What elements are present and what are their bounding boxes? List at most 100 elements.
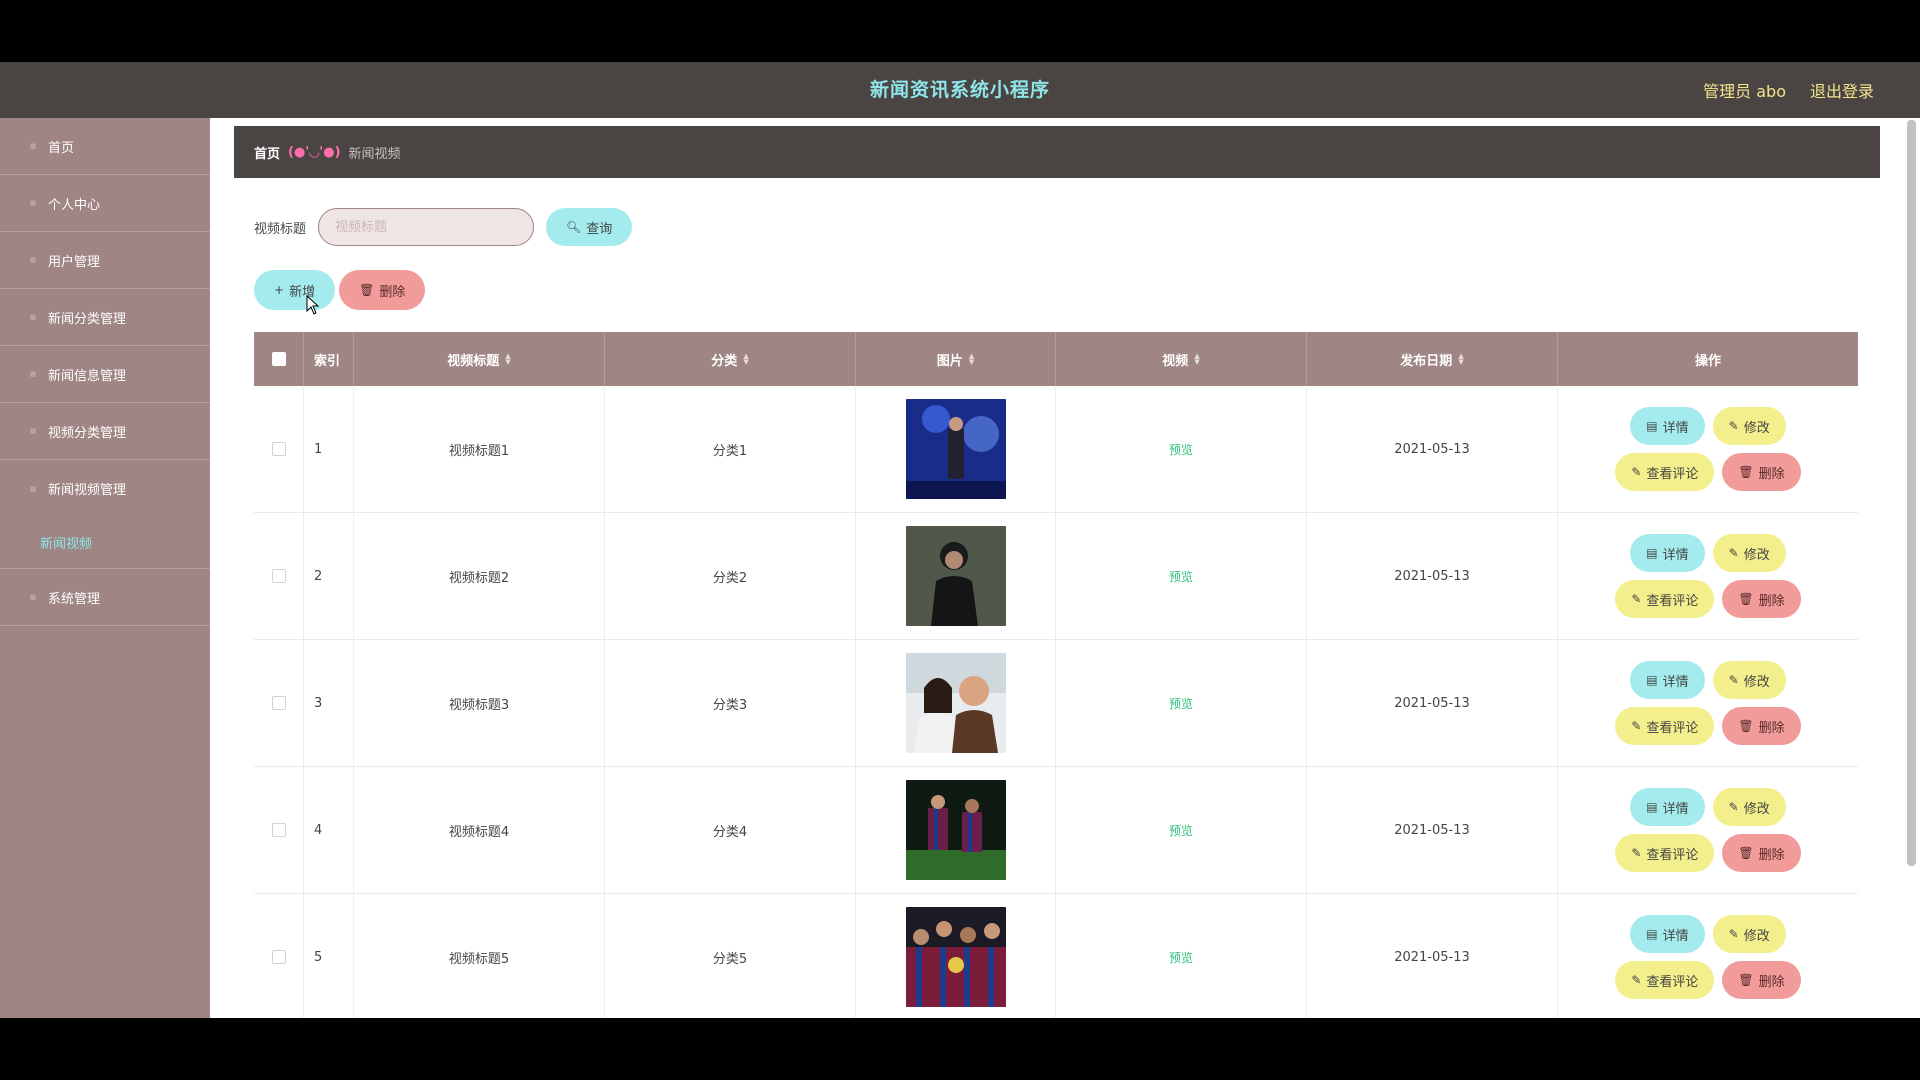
logout-link[interactable]: 退出登录 [1810, 78, 1874, 102]
row-title: 视频标题4 [354, 767, 605, 893]
select-all-checkbox[interactable] [271, 352, 286, 366]
row-ops: ▤ 详情 ✎ 修改 ✎ 查看评论 🗑︎ 删除 [1558, 513, 1858, 639]
detail-button[interactable]: ▤ 详情 [1630, 788, 1705, 826]
row-checkbox[interactable] [271, 823, 286, 837]
header-video[interactable]: 视频 ▲ ▼ [1056, 332, 1307, 386]
trash-icon: 🗑︎ [1738, 719, 1754, 733]
trash-icon: 🗑︎ [1738, 465, 1754, 479]
delete-button[interactable]: 🗑︎ 删除 [1722, 961, 1801, 999]
sidebar-item-label: 系统管理 [48, 591, 101, 607]
row-ops: ▤ 详情 ✎ 修改 ✎ 查看评论 🗑︎ 删除 [1558, 767, 1858, 893]
row-index: 5 [304, 894, 354, 1018]
video-preview-link[interactable]: 预览 [1169, 822, 1193, 839]
user-icon: ▪ [29, 196, 37, 209]
breadcrumb-home[interactable]: 首页 [254, 143, 280, 162]
sidebar-item-label: 新闻分类管理 [48, 311, 127, 327]
search-button[interactable]: 🔍︎ 查询 [546, 208, 633, 246]
header-category[interactable]: 分类 ▲ ▼ [605, 332, 856, 386]
edit-button[interactable]: ✎ 修改 [1712, 407, 1786, 445]
batch-delete-button[interactable]: 🗑︎ 删除 [339, 270, 426, 310]
search-button-label: 查询 [586, 221, 613, 237]
sidebar-item-label: 用户管理 [48, 254, 101, 270]
delete-button[interactable]: 🗑︎ 删除 [1722, 453, 1801, 491]
row-title: 视频标题5 [354, 894, 605, 1018]
folder-icon: ▪ [29, 424, 37, 437]
header-date[interactable]: 发布日期 ▲ ▼ [1307, 332, 1558, 386]
video-preview-link[interactable]: 预览 [1169, 949, 1193, 966]
delete-button[interactable]: 🗑︎ 删除 [1722, 834, 1801, 872]
sidebar-item-news-video[interactable]: ▪ 新闻视频管理 [0, 460, 210, 517]
sidebar-item-video-category[interactable]: ▪ 视频分类管理 [0, 403, 210, 460]
detail-button[interactable]: ▤ 详情 [1630, 407, 1705, 445]
detail-button[interactable]: ▤ 详情 [1630, 661, 1705, 699]
row-date: 2021-05-13 [1307, 894, 1558, 1018]
pencil-icon: ✎ [1728, 927, 1739, 941]
sidebar-item-news-info[interactable]: ▪ 新闻信息管理 [0, 346, 210, 403]
delete-button[interactable]: 🗑︎ 删除 [1722, 580, 1801, 618]
pencil-icon: ✎ [1728, 800, 1739, 814]
sidebar-subitem-news-video[interactable]: 新闻视频 [0, 517, 210, 569]
pencil-icon: ✎ [1728, 419, 1739, 433]
row-checkbox[interactable] [271, 569, 286, 583]
sort-icon[interactable]: ▲ ▼ [505, 353, 510, 366]
view-comments-button[interactable]: ✎ 查看评论 [1615, 580, 1715, 618]
sort-icon[interactable]: ▲ ▼ [1194, 353, 1199, 366]
edit-button[interactable]: ✎ 修改 [1712, 661, 1786, 699]
action-row: + 新增 🗑︎ 删除 [254, 270, 426, 310]
edit-button[interactable]: ✎ 修改 [1712, 788, 1786, 826]
scrollbar-thumb[interactable] [1907, 120, 1916, 866]
view-comments-button[interactable]: ✎ 查看评论 [1615, 834, 1715, 872]
video-preview-link[interactable]: 预览 [1169, 695, 1193, 712]
breadcrumb-separator: (●'◡'●) [288, 144, 341, 160]
sidebar-item-users[interactable]: ▪ 用户管理 [0, 232, 210, 289]
pencil-icon: ✎ [1631, 465, 1642, 479]
pencil-icon: ✎ [1631, 719, 1642, 733]
sort-icon[interactable]: ▲ ▼ [1458, 353, 1463, 366]
row-checkbox[interactable] [271, 442, 286, 456]
row-index: 1 [304, 386, 354, 512]
sidebar-item-profile[interactable]: ▪ 个人中心 [0, 175, 210, 232]
pencil-icon: ✎ [1631, 846, 1642, 860]
row-checkbox[interactable] [271, 950, 286, 964]
header-title[interactable]: 视频标题 ▲ ▼ [354, 332, 605, 386]
edit-button[interactable]: ✎ 修改 [1712, 915, 1786, 953]
sidebar-item-label: 个人中心 [48, 197, 101, 213]
row-category: 分类1 [605, 386, 856, 512]
table-row: 5 视频标题5 分类5 预览 2021-05-13 ▤ 详情 ✎ 修改 ✎ 查看… [254, 894, 1858, 1018]
view-comments-button[interactable]: ✎ 查看评论 [1615, 707, 1715, 745]
row-date: 2021-05-13 [1307, 767, 1558, 893]
sort-icon[interactable]: ▲ ▼ [743, 353, 748, 366]
edit-button[interactable]: ✎ 修改 [1712, 534, 1786, 572]
header-select-all[interactable] [254, 332, 304, 386]
video-icon: ▪ [29, 481, 37, 495]
header-index: 索引 [304, 332, 354, 386]
search-input[interactable] [318, 208, 535, 246]
delete-button[interactable]: 🗑︎ 删除 [1722, 707, 1801, 745]
sort-icon[interactable]: ▲ ▼ [969, 353, 974, 366]
detail-button[interactable]: ▤ 详情 [1630, 534, 1705, 572]
sidebar-item-news-category[interactable]: ▪ 新闻分类管理 [0, 289, 210, 346]
admin-label: 管理员 abo [1703, 82, 1786, 101]
row-date: 2021-05-13 [1307, 640, 1558, 766]
header-ops: 操作 [1694, 353, 1721, 369]
batch-delete-label: 删除 [379, 284, 406, 300]
home-icon: ▪ [29, 139, 37, 152]
row-index: 4 [304, 767, 354, 893]
add-button[interactable]: + 新增 [254, 270, 336, 310]
detail-button[interactable]: ▤ 详情 [1630, 915, 1705, 953]
video-preview-link[interactable]: 预览 [1169, 441, 1193, 458]
sidebar-item-system[interactable]: ▪ 系统管理 [0, 569, 210, 626]
thumbnail-image [905, 653, 1006, 753]
view-comments-button[interactable]: ✎ 查看评论 [1615, 453, 1715, 491]
pencil-icon: ✎ [1728, 673, 1739, 687]
header-image[interactable]: 图片 ▲ ▼ [856, 332, 1056, 386]
table-row: 4 视频标题4 分类4 预览 2021-05-13 ▤ 详情 ✎ 修改 ✎ 查看… [254, 767, 1858, 894]
row-checkbox[interactable] [271, 696, 286, 710]
app-screen: 新闻资讯系统小程序 管理员 abo 退出登录 ▪ 首页 ▪ 个人中心 ▪ 用户管… [0, 62, 1920, 1018]
user-area: 管理员 abo 退出登录 [1703, 62, 1874, 118]
search-label: 视频标题 [254, 221, 307, 237]
sidebar-item-home[interactable]: ▪ 首页 [0, 118, 210, 175]
video-preview-link[interactable]: 预览 [1169, 568, 1193, 585]
view-comments-button[interactable]: ✎ 查看评论 [1615, 961, 1715, 999]
search-row: 视频标题 🔍︎ 查询 [254, 208, 633, 246]
